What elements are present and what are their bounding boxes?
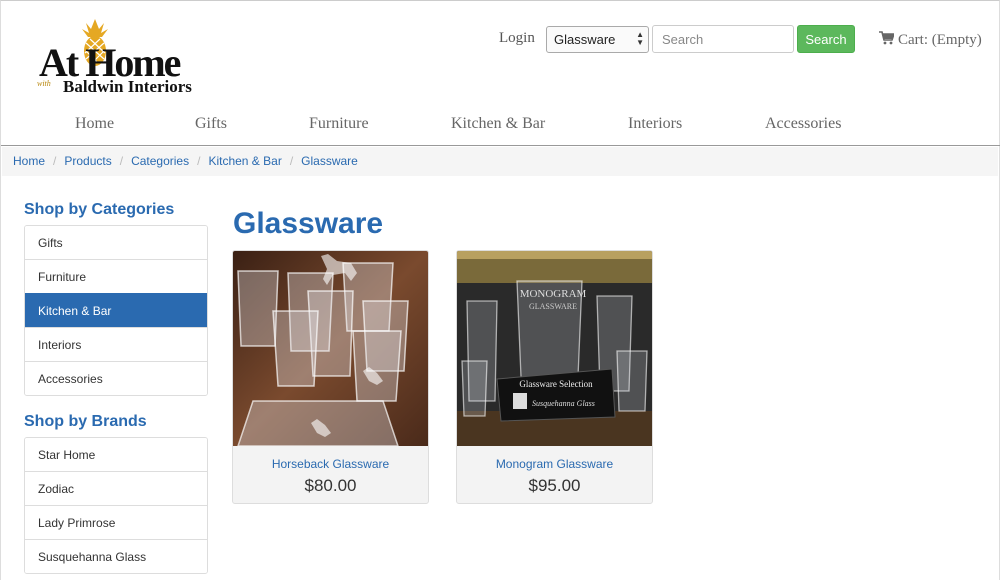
- category-interiors[interactable]: Interiors: [25, 327, 207, 361]
- product-image-monogram[interactable]: MONOGRAM GLASSWARE Glassware Selection S…: [457, 251, 652, 446]
- nav-gifts[interactable]: Gifts: [195, 115, 227, 133]
- breadcrumb-home[interactable]: Home: [13, 154, 45, 168]
- login-link[interactable]: Login: [499, 30, 535, 47]
- search-button[interactable]: Search: [797, 25, 855, 53]
- category-furniture[interactable]: Furniture: [25, 259, 207, 293]
- product-image-horseback[interactable]: [233, 251, 428, 446]
- select-arrows-icon: ▲ ▼: [636, 30, 644, 47]
- brands-list: Star Home Zodiac Lady Primrose Susquehan…: [24, 437, 208, 574]
- breadcrumb-separator: /: [197, 154, 201, 168]
- product-name[interactable]: Horseback Glassware: [233, 457, 428, 471]
- brand-lady-primrose[interactable]: Lady Primrose: [25, 505, 207, 539]
- categories-heading: Shop by Categories: [24, 201, 175, 218]
- card-text-brand: Susquehanna Glass: [532, 399, 595, 408]
- cart-link[interactable]: Cart: (Empty): [879, 31, 982, 49]
- nav-interiors[interactable]: Interiors: [628, 115, 682, 133]
- site-logo[interactable]: At Home with Baldwin Interiors: [37, 17, 217, 99]
- sign-text-top: MONOGRAM: [520, 288, 587, 300]
- category-accessories[interactable]: Accessories: [25, 361, 207, 395]
- breadcrumb: Home / Products / Categories / Kitchen & Bar / G…: [2, 147, 998, 176]
- nav-divider: [1, 145, 1000, 146]
- product-card[interactable]: Horseback Glassware $80.00: [232, 250, 429, 504]
- breadcrumb-glassware[interactable]: Glassware: [301, 154, 358, 168]
- product-name[interactable]: Monogram Glassware: [457, 457, 652, 471]
- product-card[interactable]: MONOGRAM GLASSWARE Glassware Selection S…: [456, 250, 653, 504]
- nav-accessories[interactable]: Accessories: [765, 115, 841, 133]
- brand-star-home[interactable]: Star Home: [25, 438, 207, 471]
- breadcrumb-categories[interactable]: Categories: [131, 154, 189, 168]
- category-kitchen-bar[interactable]: Kitchen & Bar: [25, 293, 207, 327]
- card-monogram-icon: [513, 393, 527, 409]
- category-select[interactable]: Glassware ▲ ▼: [546, 26, 649, 53]
- sign-text-bottom: GLASSWARE: [529, 302, 577, 311]
- logo-subtitle: Baldwin Interiors: [63, 77, 192, 96]
- category-select-value: Glassware: [554, 32, 616, 47]
- nav-kitchen-bar[interactable]: Kitchen & Bar: [451, 115, 545, 133]
- brands-heading: Shop by Brands: [24, 413, 147, 430]
- page-title: Glassware: [233, 207, 384, 240]
- product-price: $95.00: [528, 476, 581, 495]
- nav-furniture[interactable]: Furniture: [309, 115, 369, 133]
- cart-label: Cart: (Empty): [898, 32, 982, 48]
- brand-susquehanna-glass[interactable]: Susquehanna Glass: [25, 539, 207, 573]
- nav-home[interactable]: Home: [75, 115, 114, 133]
- search-input[interactable]: Search: [652, 25, 794, 53]
- brand-zodiac[interactable]: Zodiac: [25, 471, 207, 505]
- breadcrumb-products[interactable]: Products: [64, 154, 111, 168]
- breadcrumb-separator: /: [289, 154, 294, 168]
- breadcrumb-separator: /: [53, 154, 57, 168]
- logo-with: with: [37, 79, 51, 88]
- categories-list: Gifts Furniture Kitchen & Bar Interiors …: [24, 225, 208, 396]
- product-price: $80.00: [304, 476, 357, 495]
- category-gifts[interactable]: Gifts: [25, 226, 207, 259]
- breadcrumb-separator: /: [119, 154, 124, 168]
- cart-icon: [879, 31, 894, 45]
- card-text-title: Glassware Selection: [519, 379, 593, 389]
- breadcrumb-kitchen-bar[interactable]: Kitchen & Bar: [208, 154, 281, 168]
